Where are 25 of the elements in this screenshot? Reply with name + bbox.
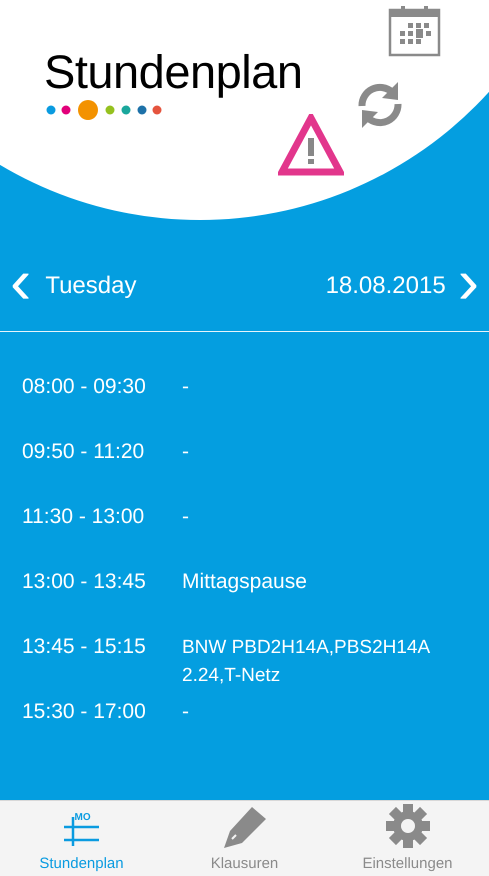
calendar-icon[interactable] <box>388 5 441 57</box>
lesson-time: 09:50 - 11:20 <box>22 439 146 465</box>
settings-icon <box>384 802 430 848</box>
lesson-time: 13:45 - 15:15 <box>22 634 147 660</box>
tab[interactable]: Klausuren <box>163 801 326 876</box>
next-day-button[interactable]: › <box>458 248 479 322</box>
lesson-subject: - <box>182 699 189 725</box>
lesson-time: 08:00 - 09:30 <box>22 374 147 400</box>
lesson-subject: - <box>182 504 189 530</box>
lesson-time: 13:00 - 13:45 <box>22 569 147 595</box>
lesson-time: 11:30 - 13:00 <box>22 504 146 530</box>
dots-icon <box>46 100 162 120</box>
lesson-subject: BNW PBD2H14A,PBS2H14A 2.24,T-Netz <box>182 636 431 688</box>
date-label: 18.08.2015 <box>326 270 446 300</box>
lesson-subject: Mittagspause <box>182 569 307 595</box>
lesson-subject: - <box>182 374 189 400</box>
lesson-time: 15:30 - 17:00 <box>22 699 147 725</box>
tab[interactable]: MO Stundenplan <box>0 801 163 876</box>
warning-icon[interactable] <box>278 114 344 176</box>
pencil-icon <box>222 804 268 848</box>
previous-day-button[interactable]: ‹ <box>10 248 32 322</box>
lesson-subject: - <box>182 439 189 465</box>
app-logo: Stundenplan <box>44 46 304 98</box>
day-label: Tuesday <box>45 270 136 300</box>
tab[interactable]: Einstellungen <box>326 801 489 876</box>
